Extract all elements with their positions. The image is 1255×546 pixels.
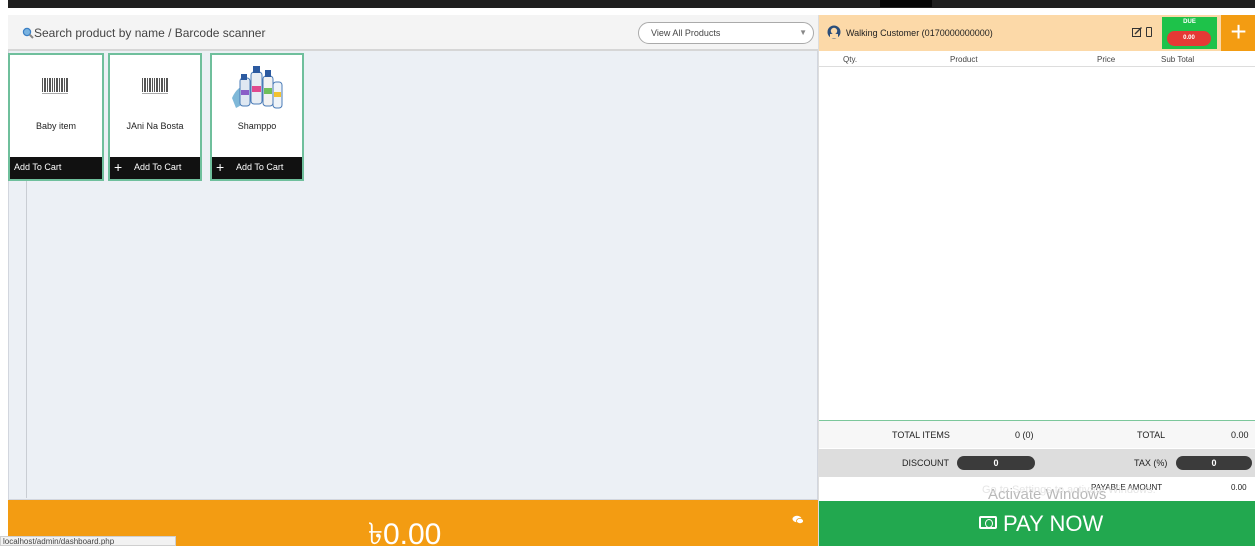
total-items-value: 0 (0): [1015, 430, 1034, 440]
add-customer-button[interactable]: +: [1221, 15, 1255, 51]
user-icon: [827, 25, 841, 39]
cart-table-header: Qty. Product Price Sub Total: [819, 53, 1255, 67]
product-card[interactable]: Shamppo + Add To Cart: [210, 53, 304, 181]
pay-now-button[interactable]: PAY NOW: [819, 501, 1255, 546]
plus-icon: +: [114, 159, 123, 175]
chevron-down-icon: ▼: [799, 28, 807, 37]
product-card[interactable]: Baby item Add To Cart: [8, 53, 104, 181]
barcode-icon: [42, 78, 68, 94]
header-qty: Qty.: [843, 55, 858, 64]
search-input[interactable]: [34, 22, 624, 44]
product-name: Baby item: [35, 121, 77, 131]
money-icon: [979, 516, 997, 529]
add-to-cart-button[interactable]: Add To Cart: [10, 157, 102, 179]
search-bar: View All Products ▼: [8, 15, 818, 51]
payable-value: 0.00: [1231, 483, 1247, 492]
due-label: DUE: [1183, 19, 1196, 25]
summary-discount-row: DISCOUNT 0 TAX (%) 0: [819, 449, 1255, 477]
top-notch: [880, 0, 932, 7]
total-label: TOTAL: [1137, 430, 1166, 440]
total-value: 0.00: [1231, 430, 1249, 440]
header-product: Product: [950, 55, 978, 64]
add-to-cart-button[interactable]: + Add To Cart: [212, 157, 302, 179]
tax-input[interactable]: 0: [1176, 456, 1252, 470]
discount-input[interactable]: 0: [957, 456, 1035, 470]
cart-panel: Walking Customer (0170000000000) DUE 0.0…: [818, 15, 1255, 546]
total-items-label: TOTAL ITEMS: [892, 430, 950, 440]
due-badge: DUE 0.00: [1162, 17, 1217, 49]
shampoo-bottles-icon: [232, 66, 283, 109]
customer-bar: Walking Customer (0170000000000) DUE 0.0…: [819, 15, 1255, 51]
add-to-cart-label: Add To Cart: [134, 162, 182, 172]
mobile-icon[interactable]: [1146, 27, 1152, 37]
add-to-cart-label: Add To Cart: [14, 162, 62, 172]
product-image: [10, 61, 100, 111]
chat-icon[interactable]: [792, 515, 804, 525]
add-to-cart-label: Add To Cart: [236, 162, 284, 172]
product-card[interactable]: JAni Na Bosta + Add To Cart: [108, 53, 202, 181]
product-name: Shamppo: [237, 121, 277, 131]
product-filter-value: View All Products: [651, 28, 721, 38]
status-url: localhost/admin/dashboard.php: [0, 536, 176, 546]
barcode-icon: [142, 78, 168, 94]
summary-totals-row: TOTAL ITEMS 0 (0) TOTAL 0.00: [819, 420, 1255, 448]
search-icon: [22, 27, 34, 39]
tax-label: TAX (%): [1134, 458, 1168, 468]
header-subtotal: Sub Total: [1161, 55, 1195, 64]
product-name: JAni Na Bosta: [126, 121, 184, 131]
product-image: [212, 61, 302, 111]
pay-now-label: PAY NOW: [1003, 511, 1104, 536]
customer-name[interactable]: Walking Customer (0170000000000): [846, 28, 993, 38]
top-dark-strip: [8, 0, 1255, 8]
due-amount: 0.00: [1167, 31, 1211, 46]
plus-icon: +: [216, 159, 225, 175]
product-filter-select[interactable]: View All Products ▼: [638, 22, 814, 44]
activate-windows-subtitle: Go to Settings to activate Windows.: [982, 484, 1156, 496]
discount-label: DISCOUNT: [902, 458, 949, 468]
add-to-cart-button[interactable]: + Add To Cart: [110, 157, 200, 179]
grand-total: ৳0.00: [368, 518, 442, 546]
product-image: [110, 61, 200, 111]
header-price: Price: [1097, 55, 1116, 64]
top-window-bar: [0, 0, 1255, 9]
edit-icon[interactable]: [1132, 27, 1142, 37]
